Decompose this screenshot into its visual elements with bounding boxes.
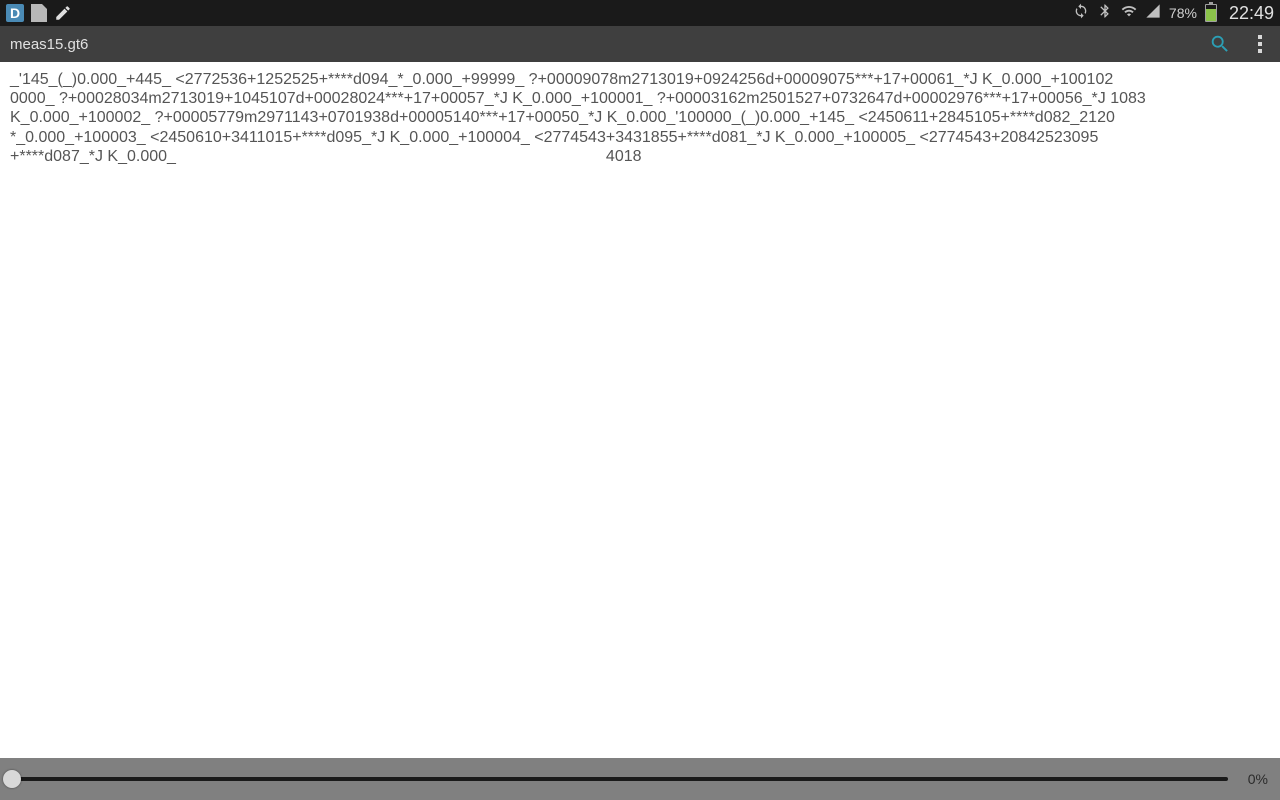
search-icon <box>1209 33 1231 55</box>
text-line: K_0.000_+100002_ ?+00005779m2971143+0701… <box>10 108 1270 127</box>
slider-thumb[interactable] <box>3 770 21 788</box>
text-line: _'145_(_)0.000_+445_ <2772536+1252525+**… <box>10 70 1270 89</box>
bluetooth-icon <box>1097 3 1113 24</box>
text-segment: +****d087_*J K_0.000_ <box>10 148 176 165</box>
search-button[interactable] <box>1208 32 1232 56</box>
cell-signal-icon <box>1145 3 1161 24</box>
wifi-icon <box>1121 3 1137 24</box>
overflow-menu-button[interactable] <box>1250 35 1270 53</box>
sync-icon <box>1073 3 1089 24</box>
text-line: +****d087_*J K_0.000_ 4018 <box>10 147 1270 166</box>
progress-percentage: 0% <box>1238 771 1268 787</box>
text-line: *_0.000_+100003_ <2450610+3411015+****d0… <box>10 128 1270 147</box>
position-slider[interactable] <box>12 777 1228 781</box>
app-d-icon: D <box>6 4 24 22</box>
battery-percentage: 78% <box>1169 5 1197 21</box>
app-action-bar: meas15.gt6 <box>0 26 1280 62</box>
battery-icon <box>1205 4 1217 22</box>
text-line: 0000_ ?+00028034m2713019+1045107d+000280… <box>10 89 1270 108</box>
bottom-progress-bar: 0% <box>0 758 1280 800</box>
text-segment: 4018 <box>606 147 642 166</box>
file-title: meas15.gt6 <box>10 36 88 53</box>
file-content-view[interactable]: _'145_(_)0.000_+445_ <2772536+1252525+**… <box>0 62 1280 758</box>
pencil-icon <box>54 4 72 22</box>
status-system-icons: 78% 22:49 <box>1073 3 1274 24</box>
clock: 22:49 <box>1229 3 1274 24</box>
document-icon <box>30 4 48 22</box>
android-status-bar: D 78% 22:49 <box>0 0 1280 26</box>
status-notifications: D <box>6 4 72 22</box>
